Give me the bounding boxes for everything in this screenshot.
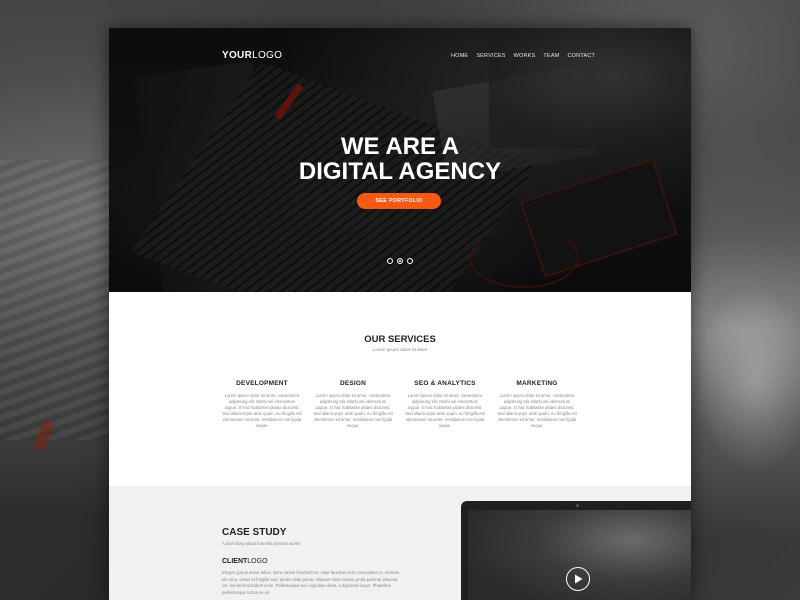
logo-light-text: LOGO	[252, 50, 283, 61]
services-section: OUR SERVICES Lorem ipsum dolor sit amet …	[109, 292, 691, 486]
service-marketing: MARKETING Lorem ipsum dolor sit amet, co…	[497, 380, 577, 429]
client-logo-bold: CLIENT	[222, 558, 248, 565]
nav-item-team[interactable]: TEAM	[543, 53, 559, 59]
services-title: OUR SERVICES	[364, 334, 436, 345]
play-icon	[574, 574, 582, 584]
case-study-section: CASE STUDY A brief story about how this …	[109, 486, 691, 600]
service-title: SEO & ANALYTICS	[414, 380, 476, 387]
nav-item-services[interactable]: SERVICES	[476, 53, 505, 59]
website-mockup: YOURLOGO HOME SERVICES WORKS TEAM CONTAC…	[109, 28, 691, 600]
hero-headline-line2: DIGITAL AGENCY	[298, 158, 502, 185]
service-seo-analytics: SEO & ANALYTICS Lorem ipsum dolor sit am…	[405, 380, 485, 429]
client-logo: CLIENTLOGO	[222, 558, 268, 565]
video-screen	[468, 510, 691, 600]
service-text: Lorem ipsum dolor sit amet, consectetur …	[222, 393, 302, 428]
service-development: DEVELOPMENT Lorem ipsum dolor sit amet, …	[222, 380, 302, 429]
slider-dots	[387, 258, 413, 264]
hero-headline-line1: WE ARE A	[340, 133, 460, 160]
camera-dot	[576, 504, 579, 507]
service-text: Lorem ipsum dolor sit amet, consectetur …	[497, 393, 577, 428]
main-nav: HOME SERVICES WORKS TEAM CONTACT	[451, 53, 595, 59]
service-text: Lorem ipsum dolor sit amet, consectetur …	[313, 393, 393, 428]
logo-bold-text: YOUR	[222, 50, 253, 61]
site-logo[interactable]: YOURLOGO	[222, 50, 282, 61]
nav-item-works[interactable]: WORKS	[514, 53, 536, 59]
nav-item-contact[interactable]: CONTACT	[568, 53, 596, 59]
client-logo-light: LOGO	[247, 558, 268, 565]
play-button[interactable]	[566, 567, 590, 591]
services-subtitle: Lorem ipsum dolor sit amet	[372, 347, 428, 352]
case-study-title: CASE STUDY	[222, 527, 287, 538]
case-study-subtitle: A brief story about how this process wor…	[222, 541, 301, 546]
service-design: DESIGN Lorem ipsum dolor sit amet, conse…	[313, 380, 393, 429]
service-title: DEVELOPMENT	[236, 380, 288, 387]
service-text: Lorem ipsum dolor sit amet, consectetur …	[405, 393, 485, 428]
device-mockup	[461, 501, 691, 600]
service-title: DESIGN	[339, 380, 367, 387]
nav-item-home[interactable]: HOME	[451, 53, 468, 59]
service-title: MARKETING	[516, 380, 558, 387]
hero-section: YOURLOGO HOME SERVICES WORKS TEAM CONTAC…	[109, 28, 691, 292]
slider-dot-2[interactable]	[397, 258, 403, 264]
case-study-body: Integer quis pulvinar tellus. Nunc variu…	[222, 570, 400, 595]
slider-dot-3[interactable]	[407, 258, 413, 264]
slider-dot-1[interactable]	[387, 258, 393, 264]
see-portfolio-button[interactable]: SEE PORTFOLIO	[357, 193, 441, 209]
